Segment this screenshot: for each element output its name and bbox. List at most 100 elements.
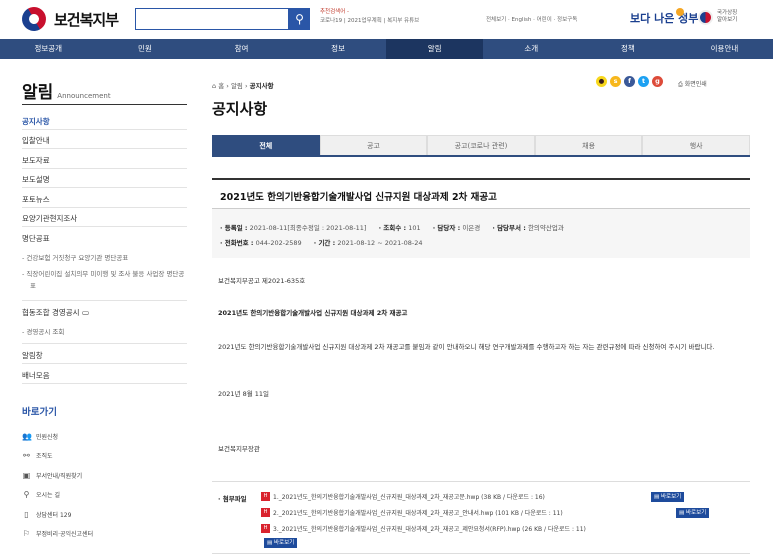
twitter-icon[interactable]: t: [638, 76, 649, 87]
sidebar-item-cooperative[interactable]: 협동조합 경영공시 ▭: [22, 307, 187, 318]
meta-views-label: · 조회수 :: [378, 224, 407, 232]
article-top-rule: [212, 178, 750, 180]
quick-link-directions[interactable]: ⚲ 오시는 길: [22, 490, 60, 499]
view-button[interactable]: ▤ 바로보기: [651, 492, 685, 502]
divider: [22, 226, 187, 227]
nav-item-info-open[interactable]: 정보공개: [0, 39, 97, 59]
quick-link-org[interactable]: ⚯ 조직도: [22, 450, 53, 460]
national-symbol-line2: 알아보기: [717, 17, 738, 23]
sidebar-subitem-coop-view[interactable]: - 경영공시 조회: [22, 326, 187, 338]
nav-item-participation[interactable]: 참여: [193, 39, 290, 59]
nav-item-info[interactable]: 정보: [290, 39, 387, 59]
notice-number: 보건복지부공고 제2021-635호: [218, 277, 306, 285]
sidebar-subitem-daycare[interactable]: - 직장어린이집 설치의무 미이행 및 조사 불응 사업장 명단공표: [22, 268, 187, 292]
sidebar-item-notices[interactable]: 공지사항: [22, 116, 187, 127]
sidebar-item-explanations[interactable]: 보도설명: [22, 174, 187, 185]
google-plus-icon[interactable]: g: [652, 76, 663, 87]
hwp-file-icon: H: [261, 508, 270, 517]
quick-link-label: 부정비리·공익신고센터: [36, 531, 94, 538]
people-icon: 👥: [22, 431, 32, 441]
divider: [22, 300, 187, 301]
page-title: 공지사항: [212, 100, 268, 118]
national-symbol-icon[interactable]: [698, 10, 713, 25]
share-buttons: ● s f t g: [596, 76, 663, 87]
recommended-keywords: 추천검색어 - 코로나19 | 2021업무계획 | 복지부 유튜브: [320, 8, 419, 26]
view-label: 바로보기: [685, 510, 707, 516]
print-button[interactable]: ⎙ 화면인쇄: [678, 79, 707, 89]
quick-link-label: 조직도: [36, 453, 53, 460]
sidebar-item-inspection[interactable]: 요양기관현지조사: [22, 213, 187, 224]
tab-recruitment[interactable]: 채용: [534, 135, 643, 155]
external-window-icon: ▭: [81, 308, 90, 317]
tab-covid-announcement[interactable]: 공고(코로나 관련): [427, 135, 535, 155]
brand-name[interactable]: 보건복지부: [54, 9, 119, 30]
sidebar-item-disclosure[interactable]: 명단공표: [22, 233, 187, 244]
sidebar-item-photo-news[interactable]: 포토뉴스: [22, 194, 187, 205]
home-icon[interactable]: ⌂: [212, 82, 216, 90]
meta-dept-value: 한의약산업과: [527, 224, 564, 232]
printer-icon: ⎙: [678, 81, 683, 88]
better-government-banner[interactable]: 보다 나은 정부: [630, 6, 698, 32]
quick-link-callcenter[interactable]: ▯ 상담센터 129: [22, 510, 71, 519]
attachment-item[interactable]: H 1._2021년도_한의기반융합기술개발사업_신규지원_대상과제_2차_재공고…: [261, 492, 545, 501]
breadcrumb-home[interactable]: 홈: [218, 82, 224, 90]
divider: [22, 129, 187, 130]
attachment-item[interactable]: H 2._2021년도_한의기반융합기술개발사업_신규지원_대상과제_2차_재공고…: [261, 508, 563, 517]
quick-link-report[interactable]: ⚐ 부정비리·공익신고센터: [22, 529, 93, 538]
print-label: 화면인쇄: [684, 81, 707, 88]
attachment-link[interactable]: 3._2021년도_한의기반융합기술개발사업_신규지원_대상과제_2차_재공고_…: [273, 524, 586, 533]
view-icon: ▤: [679, 510, 685, 516]
national-symbol-link[interactable]: 국가상징 알아보기: [717, 10, 737, 24]
meta-author-value: 이은경: [462, 224, 481, 232]
view-button[interactable]: ▤ 바로보기: [264, 538, 298, 548]
divider: [22, 383, 187, 384]
search-button[interactable]: ⚲: [289, 8, 310, 30]
quick-link-staff[interactable]: ▣ 부서안내/직원찾기: [22, 471, 82, 480]
search-icon: ⚲: [295, 12, 304, 26]
sidebar-divider: [22, 104, 187, 105]
search-input[interactable]: [135, 8, 289, 30]
meta-period-value: 2021-08-12 ~ 2021-08-24: [337, 239, 423, 247]
sidebar-title: 알림 Announcement: [22, 78, 111, 103]
sidebar-subitem-false-claims[interactable]: - 건강보험 거짓청구 요양기관 명단공표: [22, 252, 187, 264]
attachment-divider: [212, 481, 750, 482]
attachment-item[interactable]: H 3._2021년도_한의기반융합기술개발사업_신규지원_대상과제_2차_재공고…: [261, 524, 586, 533]
article-meta: · 등록일 : 2021-08-11[최종수정일 : 2021-08-11] ·…: [212, 208, 750, 258]
utility-links[interactable]: 전체보기 · English · 어린이 · 정보구독: [486, 15, 577, 23]
org-chart-icon: ⚯: [23, 450, 30, 460]
rec-terms[interactable]: 코로나19 | 2021업무계획 | 복지부 유튜브: [320, 17, 419, 26]
sidebar-item-banners[interactable]: 배너모음: [22, 370, 187, 381]
nav-item-policy[interactable]: 정책: [580, 39, 677, 59]
kakaostory-icon[interactable]: s: [610, 76, 621, 87]
divider: [22, 187, 187, 188]
quick-link-civil[interactable]: 👥 민원신청: [22, 432, 58, 441]
phone-icon: ▯: [24, 509, 29, 519]
meta-reg-label: · 등록일 :: [220, 224, 248, 232]
breadcrumb: ⌂ 홈 › 알림 › 공지사항: [212, 82, 274, 90]
nav-item-guide[interactable]: 이용안내: [676, 39, 773, 59]
national-symbol-line1: 국가상징: [717, 10, 738, 16]
divider: [22, 148, 187, 149]
tab-all[interactable]: 전체: [212, 135, 320, 155]
breadcrumb-level1[interactable]: 알림: [231, 82, 243, 90]
sidebar-item-alert-window[interactable]: 알림창: [22, 350, 187, 361]
quick-link-label: 오시는 길: [36, 492, 60, 499]
tab-events[interactable]: 행사: [642, 135, 750, 155]
facebook-icon[interactable]: f: [624, 76, 635, 87]
category-tabs: 전체 공고 공고(코로나 관련) 채용 행사: [212, 135, 750, 157]
attachment-link[interactable]: 1._2021년도_한의기반융합기술개발사업_신규지원_대상과제_2차_재공고문…: [273, 492, 545, 501]
divider: [22, 343, 187, 344]
meta-phone-value: 044-202-2589: [255, 239, 302, 247]
hwp-file-icon: H: [261, 492, 270, 501]
tab-announcement[interactable]: 공고: [319, 135, 428, 155]
attachment-link[interactable]: 2._2021년도_한의기반융합기술개발사업_신규지원_대상과제_2차_재공고_…: [273, 508, 563, 517]
nav-item-notice[interactable]: 알림: [386, 39, 483, 59]
nav-item-civil[interactable]: 민원: [97, 39, 194, 59]
main-nav: 정보공개 민원 참여 정보 알림 소개 정책 이용안내: [0, 39, 773, 59]
sidebar-item-press[interactable]: 보도자료: [22, 155, 187, 166]
sidebar-item-bids[interactable]: 입찰안내: [22, 135, 187, 146]
taegeuk-logo-icon[interactable]: [17, 2, 51, 36]
view-button[interactable]: ▤ 바로보기: [676, 508, 710, 518]
nav-item-about[interactable]: 소개: [483, 39, 580, 59]
kakaotalk-icon[interactable]: ●: [596, 76, 607, 87]
